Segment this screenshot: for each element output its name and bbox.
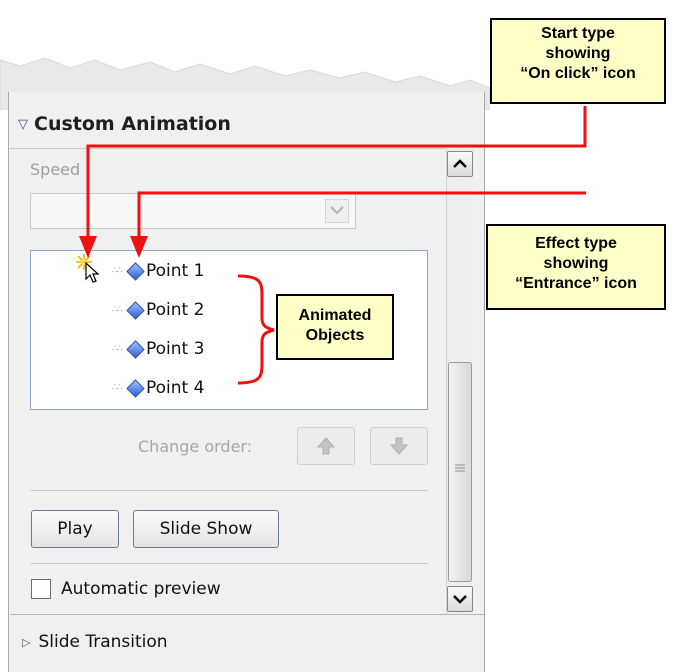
callout-line: Start type: [541, 25, 615, 42]
automatic-preview-checkbox[interactable]: [31, 579, 51, 599]
callout-line: “Entrance” icon: [515, 275, 637, 292]
header-divider: [10, 148, 446, 149]
slide-show-button[interactable]: Slide Show: [133, 510, 279, 548]
order-divider: [30, 490, 428, 491]
entrance-effect-icon: ∴∴: [112, 261, 145, 281]
callout-line: Animated: [298, 307, 372, 324]
list-item-label: Point 2: [146, 300, 205, 320]
callout-line: Objects: [305, 327, 365, 344]
collapsed-triangle-icon: ▷: [22, 636, 31, 649]
move-down-button[interactable]: [370, 427, 428, 465]
list-item-label: Point 1: [146, 261, 205, 281]
move-up-button[interactable]: [297, 427, 355, 465]
chevron-down-icon: [453, 595, 467, 604]
chevron-down-icon[interactable]: [325, 199, 349, 223]
speed-select[interactable]: [30, 193, 356, 229]
effect-type-callout: Effect type showing “Entrance” icon: [486, 224, 666, 310]
list-item-point-2[interactable]: ∴∴ Point 2: [112, 297, 204, 323]
list-item-point-4[interactable]: ∴∴ Point 4: [112, 375, 204, 401]
list-item-point-1[interactable]: ∴∴ Point 1: [112, 258, 204, 284]
buttons-divider: [30, 563, 428, 564]
scroll-down-button[interactable]: [447, 586, 473, 612]
list-item-label: Point 4: [146, 378, 205, 398]
on-click-cursor-icon: [76, 254, 100, 283]
arrow-up-icon: [316, 437, 336, 455]
list-item-label: Point 3: [146, 339, 205, 359]
arrow-down-icon: [389, 437, 409, 455]
start-type-callout: Start type showing “On click” icon: [490, 18, 666, 104]
automatic-preview-label: Automatic preview: [61, 579, 221, 599]
callout-line: showing: [543, 255, 609, 272]
entrance-effect-icon: ∴∴: [112, 300, 145, 320]
scroll-up-button[interactable]: [447, 151, 473, 177]
entrance-effect-icon: ∴∴: [112, 339, 145, 359]
play-button-label: Play: [57, 519, 93, 539]
grip-icon: [455, 464, 465, 472]
slide-show-button-label: Slide Show: [159, 519, 253, 539]
chevron-up-icon: [453, 159, 467, 168]
slide-transition-label: Slide Transition: [38, 632, 168, 652]
panel-header[interactable]: ▽ Custom Animation: [18, 113, 338, 143]
callout-line: showing: [545, 45, 611, 62]
callout-line: “On click” icon: [520, 65, 636, 82]
slide-transition-header[interactable]: ▷ Slide Transition: [22, 632, 168, 652]
animated-objects-callout: Animated Objects: [276, 294, 394, 360]
change-order-label: Change order:: [138, 437, 253, 456]
speed-label: Speed: [30, 160, 81, 179]
panel-header-title: Custom Animation: [34, 113, 231, 135]
list-item-point-3[interactable]: ∴∴ Point 3: [112, 336, 204, 362]
entrance-effect-icon: ∴∴: [112, 378, 145, 398]
preview-divider: [10, 614, 484, 615]
expand-triangle-icon: ▽: [18, 117, 28, 132]
callout-line: Effect type: [535, 235, 617, 252]
play-button[interactable]: Play: [31, 510, 119, 548]
